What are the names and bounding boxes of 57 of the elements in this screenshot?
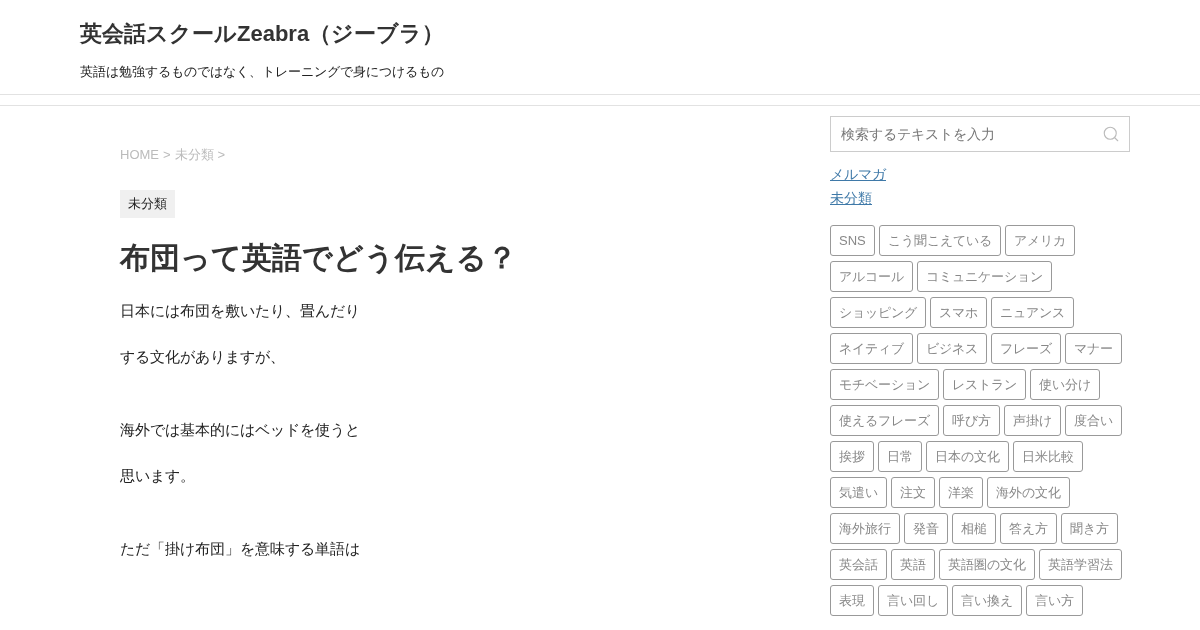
tag-link[interactable]: 英語学習法 [1039,549,1122,580]
body-text: する文化がありますが、 [120,347,285,367]
tag-link[interactable]: スマホ [930,297,987,328]
tag-link[interactable]: コミュニケーション [917,261,1052,292]
tag-link[interactable]: フレーズ [991,333,1061,364]
body-text: 日本には布団を敷いたり、畳んだり [120,301,360,321]
tag-link[interactable]: ショッピング [830,297,926,328]
tag-link[interactable]: SNS [830,225,875,256]
tag-link[interactable]: 答え方 [1000,513,1057,544]
tag-link[interactable]: 言い方 [1026,585,1083,616]
tag-link[interactable]: アルコール [830,261,913,292]
search-field[interactable]: 検索するテキストを入力 [830,116,1130,152]
tag-link[interactable]: 気遣い [830,477,887,508]
body-text: 思います。 [120,466,195,486]
tag-link[interactable]: レストラン [943,369,1026,400]
tag-link[interactable]: ビジネス [917,333,987,364]
tag-link[interactable]: 洋楽 [939,477,983,508]
tag-link[interactable]: 英語 [891,549,935,580]
tag-link[interactable]: 挨拶 [830,441,874,472]
site-tagline: 英語は勉強するものではなく、トレーニングで身につけるもの [80,63,444,81]
tag-link[interactable]: 聞き方 [1061,513,1118,544]
tag-link[interactable]: 使い分け [1030,369,1100,400]
tag-link[interactable]: 注文 [891,477,935,508]
body-text: ただ「掛け布団」を意味する単語は [120,539,360,559]
breadcrumb-separator: > [217,146,226,164]
tag-link[interactable]: ネイティブ [830,333,913,364]
tag-link[interactable]: 呼び方 [943,405,1000,436]
breadcrumb-link[interactable]: HOME [120,146,159,164]
sidebar-link[interactable]: メルマガ [830,162,886,186]
tag-link[interactable]: アメリカ [1004,225,1075,256]
tag-link[interactable]: 声掛け [1004,405,1061,436]
tag-link[interactable]: 海外の文化 [987,477,1070,508]
tag-link[interactable]: 言い回し [878,585,948,616]
tag-link[interactable]: 言い換え [952,585,1022,616]
tag-link[interactable]: 使えるフレーズ [830,405,939,436]
tag-link[interactable]: マナー [1065,333,1122,364]
tag-link[interactable]: 英会話 [830,549,887,580]
breadcrumb-link[interactable]: 未分類 [174,146,214,164]
tag-link[interactable]: こう聞こえている [878,225,1001,256]
body-text: 海外では基本的にはベッドを使うと [120,420,360,440]
search-icon[interactable] [1102,125,1120,143]
tag-link[interactable]: 英語圏の文化 [939,549,1035,580]
tag-link[interactable]: 相槌 [952,513,996,544]
breadcrumb-separator: > [163,146,171,164]
tag-link[interactable]: 日本の文化 [926,441,1009,472]
category-label[interactable]: 未分類 [120,190,175,218]
tag-link[interactable]: 海外旅行 [830,513,900,544]
tag-link[interactable]: ニュアンス [991,297,1074,328]
tag-link[interactable]: 日米比較 [1013,441,1083,472]
tag-link[interactable]: モチベーション [830,369,939,400]
tag-link[interactable]: 表現 [830,585,874,616]
site-title[interactable]: 英会話スクールZeabra（ジーブラ） [80,19,445,49]
tag-link[interactable]: 日常 [878,441,922,472]
post-title: 布団って英語でどう伝える？ [120,240,517,276]
sidebar-link[interactable]: 未分類 [830,186,872,210]
tag-link[interactable]: 度合い [1065,405,1122,436]
tag-link[interactable]: 発音 [904,513,948,544]
